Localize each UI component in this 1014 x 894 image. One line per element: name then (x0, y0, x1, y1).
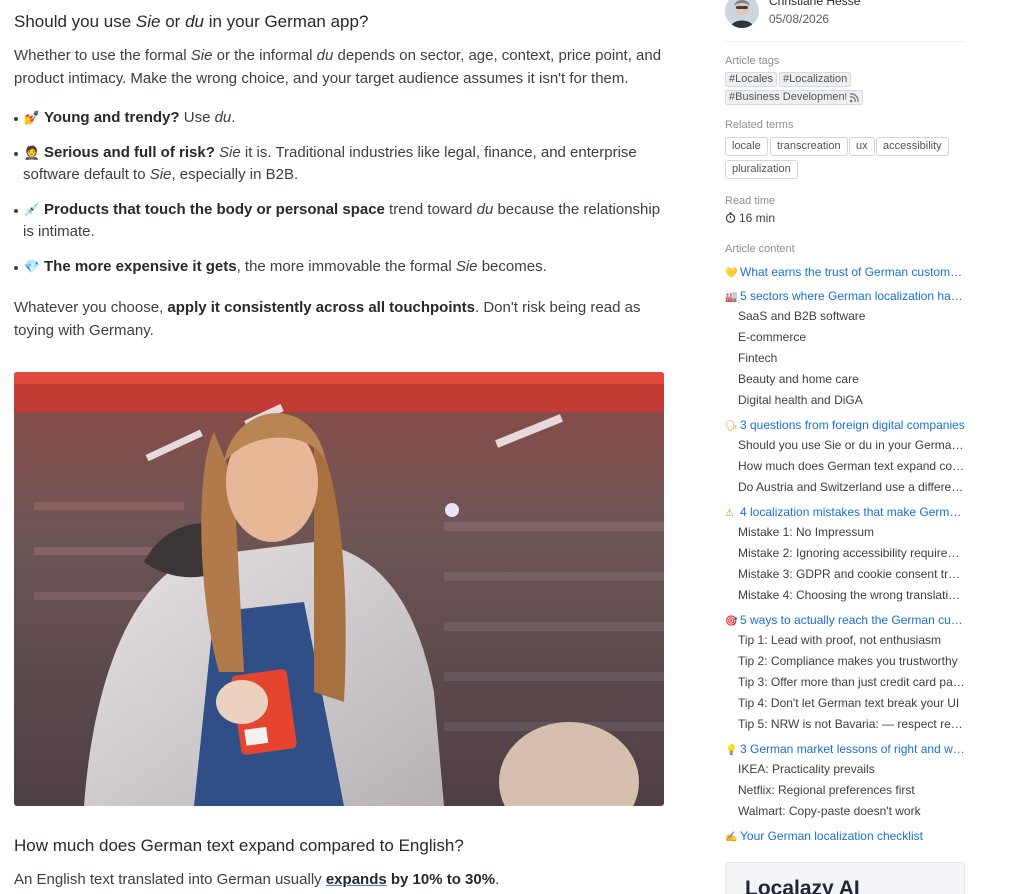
sie-du-bullet-list: 💅 Young and trendy? Use du. 🤵 Serious and … (14, 107, 674, 278)
avatar[interactable] (725, 0, 759, 28)
expansion-paragraph: An English text translated into German u… (14, 871, 500, 888)
toc-section-title: 5 sectors where German localization has … (740, 289, 965, 303)
toc-section-icon: 💛 (725, 268, 738, 279)
read-time: 16 min (725, 211, 775, 225)
consistency-paragraph: Whatever you choose, apply it consistent… (14, 299, 641, 339)
toc-section-icon: 🏭 (725, 292, 738, 303)
stopwatch-icon (725, 212, 736, 223)
toc-subsection-link[interactable]: Netflix: Regional preferences first (738, 783, 965, 797)
list-item: 💎 The more expensive it gets, the more im… (14, 256, 674, 278)
toc-subsection-link[interactable]: IKEA: Practicality prevails (738, 762, 965, 776)
toc-section-link[interactable]: ✍ Your German localization checklist (725, 829, 965, 843)
toc-subsection-link[interactable]: Tip 1: Lead with proof, not enthusiasm (738, 633, 965, 647)
nail-polish-icon: 💅 (23, 110, 41, 125)
toc-subsection-link[interactable]: Should you use Sie or du in your German … (738, 438, 965, 452)
toc-section-icon: ⚠ (725, 508, 734, 519)
toc-subsection-link[interactable]: Tip 2: Compliance makes you trustworthy (738, 654, 965, 668)
term-locale[interactable]: locale (725, 137, 768, 156)
author-name[interactable]: Christiane Hesse (769, 0, 860, 8)
toc-section-title: 4 localization mistakes that make German… (740, 505, 965, 519)
toc-subsection-link[interactable]: Tip 3: Offer more than just credit card … (738, 675, 965, 689)
toc-section-icon: 🎯 (725, 616, 738, 627)
toc-section-icon: 💡 (725, 745, 738, 756)
rss-icon[interactable] (846, 90, 863, 105)
read-time-label: Read time (725, 195, 776, 207)
intro-paragraph: Whether to use the formal Sie or the inf… (14, 47, 662, 87)
promo-banner[interactable]: Localazy AI (725, 862, 965, 894)
toc-section-link[interactable]: 🗣 3 questions from foreign digital compan… (725, 418, 965, 432)
toc-subsection-link[interactable]: Beauty and home care (738, 372, 965, 386)
toc-subsection-link[interactable]: Fintech (738, 351, 965, 365)
tags-label: Article tags (725, 55, 780, 67)
tag-business-development[interactable]: #Business Development (725, 90, 852, 105)
toc-subsection-link[interactable]: Mistake 3: GDPR and cookie consent treat… (738, 567, 965, 581)
article-photo (14, 372, 664, 806)
divider (725, 41, 965, 42)
gem-icon: 💎 (23, 259, 41, 274)
list-item: 💅 Young and trendy? Use du. (14, 107, 674, 129)
terms-label: Related terms (725, 119, 794, 131)
toc-section-link[interactable]: 🏭 5 sectors where German localization has… (725, 289, 965, 303)
toc-subsection-link[interactable]: Mistake 2: Ignoring accessibility requir… (738, 546, 965, 560)
toc-section-title: 5 ways to actually reach the German cust… (740, 613, 965, 627)
toc-subsection-link[interactable]: Tip 5: NRW is not Bavaria: — respect reg… (738, 717, 965, 731)
toc-subsection-link[interactable]: Digital health and DiGA (738, 393, 965, 407)
term-transcreation[interactable]: transcreation (770, 137, 848, 156)
toc-section-title: What earns the trust of German customers (740, 265, 965, 279)
toc-subsection-link[interactable]: SaaS and B2B software (738, 309, 965, 323)
toc-section-title: 3 questions from foreign digital compani… (740, 418, 965, 432)
list-item: 🤵 Serious and full of risk? Sie it is. Tr… (14, 142, 674, 186)
toc-section-link[interactable]: ⚠ 4 localization mistakes that make Germa… (725, 505, 965, 519)
toc-subsection-link[interactable]: Mistake 4: Choosing the wrong translatio… (738, 588, 965, 602)
toc-section-link[interactable]: 💡 3 German market lessons of right and wr… (725, 742, 965, 756)
toc-section-icon: 🗣 (725, 421, 738, 432)
toc-section-title: 3 German market lessons of right and wro… (740, 742, 965, 756)
tag-localization[interactable]: #Localization (779, 72, 852, 87)
heading-sie-du: Should you use Sie or du in your German … (14, 12, 369, 31)
syringe-icon: 💉 (23, 202, 41, 217)
toc-section-link[interactable]: 💛 What earns the trust of German customer… (725, 265, 965, 279)
toc-label: Article content (725, 243, 795, 255)
list-item: 💉 Products that touch the body or persona… (14, 199, 674, 243)
toc-section-icon: ✍ (725, 832, 738, 843)
toc-section-title: Your German localization checklist (740, 829, 923, 843)
term-ux[interactable]: ux (849, 137, 875, 156)
expands-link[interactable]: expands (326, 871, 387, 888)
promo-title: Localazy AI (745, 877, 860, 894)
businessman-icon: 🤵 (23, 145, 41, 160)
toc-subsection-link[interactable]: Do Austria and Switzerland use a differe… (738, 480, 965, 494)
toc-subsection-link[interactable]: E-commerce (738, 330, 965, 344)
toc-subsection-link[interactable]: Walmart: Copy-paste doesn't work (738, 804, 965, 818)
publish-date: 05/08/2026 (769, 12, 830, 26)
toc-subsection-link[interactable]: Tip 4: Don't let German text break your … (738, 696, 965, 710)
heading-text-expansion: How much does German text expand compare… (14, 836, 464, 855)
toc-subsection-link[interactable]: How much does German text expand compare… (738, 459, 965, 473)
toc-subsection-link[interactable]: Mistake 1: No Impressum (738, 525, 965, 539)
term-accessibility[interactable]: accessibility (876, 137, 949, 156)
tag-locales[interactable]: #Locales (725, 72, 778, 87)
toc-section-link[interactable]: 🎯 5 ways to actually reach the German cus… (725, 613, 965, 627)
term-pluralization[interactable]: pluralization (725, 160, 798, 179)
